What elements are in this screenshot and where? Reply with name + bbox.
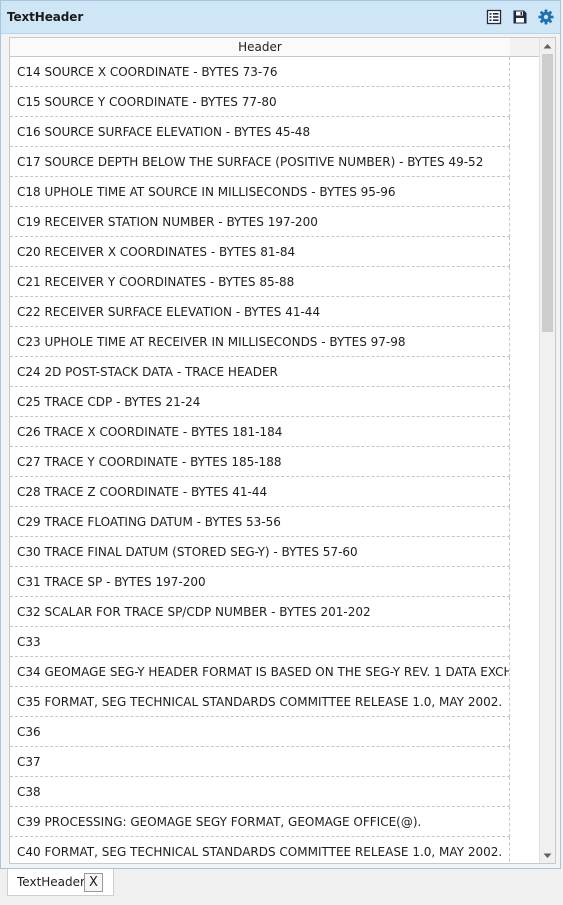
- table-row[interactable]: C30 TRACE FINAL DATUM (STORED SEG-Y) - B…: [10, 537, 510, 567]
- table-row[interactable]: C34 GEOMAGE SEG-Y HEADER FORMAT IS BASED…: [10, 657, 510, 687]
- scroll-up-arrow-icon[interactable]: [540, 38, 555, 53]
- table-row[interactable]: C31 TRACE SP - BYTES 197-200: [10, 567, 510, 597]
- table-row[interactable]: C21 RECEIVER Y COORDINATES - BYTES 85-88: [10, 267, 510, 297]
- table-row[interactable]: C18 UPHOLE TIME AT SOURCE IN MILLISECOND…: [10, 177, 510, 207]
- table-row[interactable]: C40 FORMAT, SEG TECHNICAL STANDARDS COMM…: [10, 837, 510, 863]
- grid-rows: C14 SOURCE X COORDINATE - BYTES 73-76 C15…: [10, 57, 510, 863]
- table-row[interactable]: C27 TRACE Y COORDINATE - BYTES 185-188: [10, 447, 510, 477]
- table-row[interactable]: C19 RECEIVER STATION NUMBER - BYTES 197-…: [10, 207, 510, 237]
- table-row[interactable]: C24 2D POST-STACK DATA - TRACE HEADER: [10, 357, 510, 387]
- table-row[interactable]: C26 TRACE X COORDINATE - BYTES 181-184: [10, 417, 510, 447]
- settings-gear-icon[interactable]: [538, 9, 554, 25]
- table-row[interactable]: C38: [10, 777, 510, 807]
- table-row[interactable]: C23 UPHOLE TIME AT RECEIVER IN MILLISECO…: [10, 327, 510, 357]
- table-row[interactable]: C36: [10, 717, 510, 747]
- table-row[interactable]: C32 SCALAR FOR TRACE SP/CDP NUMBER - BYT…: [10, 597, 510, 627]
- text-header-window: TextHeader Header C14 SOURCE X COORDINAT…: [0, 0, 561, 869]
- table-row[interactable]: C35 FORMAT, SEG TECHNICAL STANDARDS COMM…: [10, 687, 510, 717]
- vertical-scrollbar[interactable]: [539, 38, 555, 863]
- column-header-header[interactable]: Header: [10, 38, 510, 57]
- table-row[interactable]: C17 SOURCE DEPTH BELOW THE SURFACE (POSI…: [10, 147, 510, 177]
- table-row[interactable]: C15 SOURCE Y COORDINATE - BYTES 77-80: [10, 87, 510, 117]
- table-row[interactable]: C39 PROCESSING: GEOMAGE SEGY FORMAT, GEO…: [10, 807, 510, 837]
- table-row[interactable]: C22 RECEIVER SURFACE ELEVATION - BYTES 4…: [10, 297, 510, 327]
- scrollbar-thumb[interactable]: [542, 54, 553, 332]
- table-row[interactable]: C14 SOURCE X COORDINATE - BYTES 73-76: [10, 57, 510, 87]
- bottom-tab-bar: TextHeader X: [0, 869, 563, 905]
- title-bar-toolbar: [486, 9, 554, 25]
- table-row[interactable]: C16 SOURCE SURFACE ELEVATION - BYTES 45-…: [10, 117, 510, 147]
- table-row[interactable]: C20 RECEIVER X COORDINATES - BYTES 81-84: [10, 237, 510, 267]
- header-grid[interactable]: Header C14 SOURCE X COORDINATE - BYTES 7…: [9, 37, 556, 864]
- tab-label: TextHeader: [17, 875, 85, 889]
- title-bar: TextHeader: [1, 1, 560, 34]
- window-title: TextHeader: [7, 10, 84, 24]
- table-row[interactable]: C25 TRACE CDP - BYTES 21-24: [10, 387, 510, 417]
- column-header-filler: [510, 38, 540, 57]
- table-row[interactable]: C29 TRACE FLOATING DATUM - BYTES 53-56: [10, 507, 510, 537]
- list-view-icon[interactable]: [486, 9, 502, 25]
- table-row[interactable]: C28 TRACE Z COORDINATE - BYTES 41-44: [10, 477, 510, 507]
- save-icon[interactable]: [512, 9, 528, 25]
- scroll-down-arrow-icon[interactable]: [540, 848, 555, 863]
- tab-close-button[interactable]: X: [84, 873, 103, 892]
- table-row[interactable]: C33: [10, 627, 510, 657]
- table-row[interactable]: C37: [10, 747, 510, 777]
- tab-textheader[interactable]: TextHeader X: [7, 869, 114, 896]
